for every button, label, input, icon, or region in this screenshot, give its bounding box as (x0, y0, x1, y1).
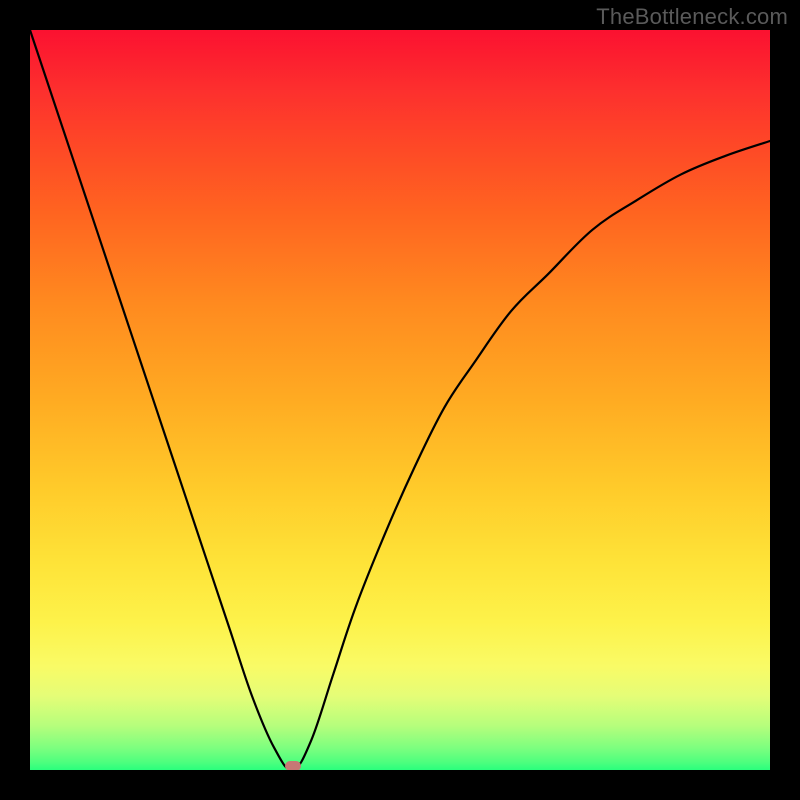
minimum-marker-icon (285, 761, 301, 770)
bottleneck-curve (30, 30, 770, 770)
plot-area (30, 30, 770, 770)
curve-svg (30, 30, 770, 770)
watermark-text: TheBottleneck.com (596, 4, 788, 30)
chart-frame: TheBottleneck.com (0, 0, 800, 800)
